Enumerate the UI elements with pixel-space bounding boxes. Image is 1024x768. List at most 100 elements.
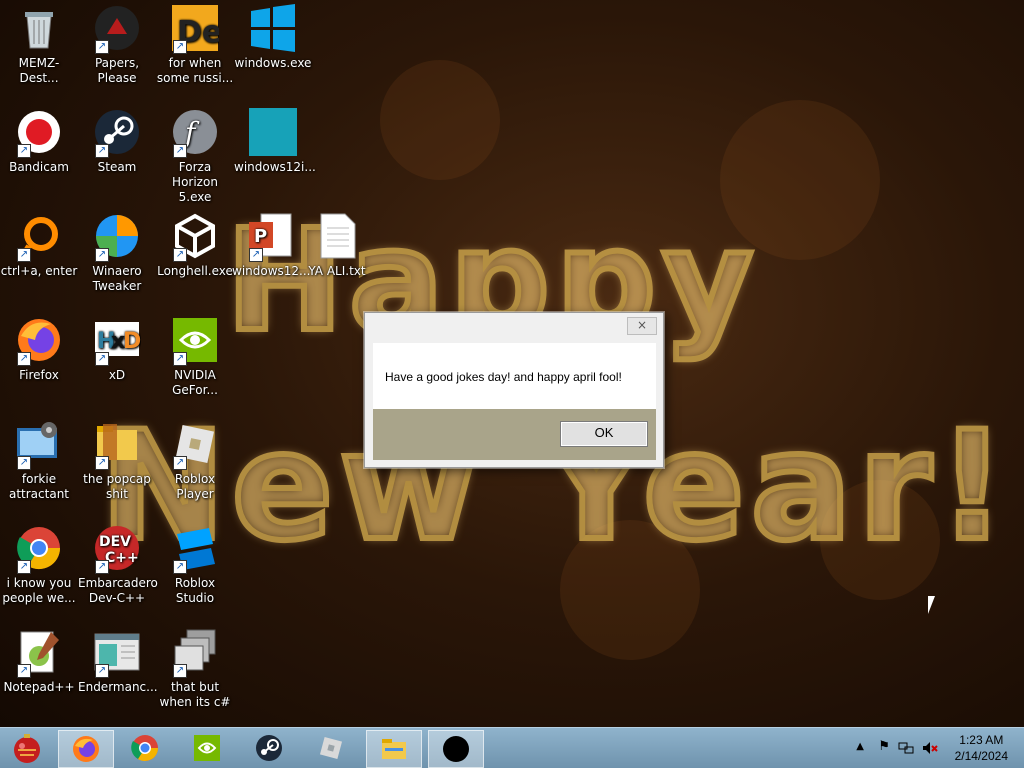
desktop-icon-label: Papers, Please: [94, 56, 140, 85]
desktop-icon-label: windows12i...: [234, 160, 316, 174]
desktop-icon[interactable]: Hx D ↗ xD: [78, 316, 156, 383]
desktop-icon-label: Embarcadero Dev-C++: [78, 576, 158, 605]
nvidia-icon: [194, 735, 220, 761]
taskbar-black-app[interactable]: [428, 730, 484, 768]
desktop-icon[interactable]: windows12i...: [234, 108, 316, 175]
desktop-icon[interactable]: ↗ Winaero Tweaker: [78, 212, 156, 294]
desktop-icon-label: Endermanc...: [78, 680, 158, 694]
desktop-icon[interactable]: ↗ that but when its c#: [156, 628, 234, 710]
desktop-icon-label: Roblox Studio: [174, 576, 216, 605]
steam-icon: ↗: [93, 108, 141, 158]
desktop-icon[interactable]: ↗ ctrl+a, enter: [0, 212, 78, 279]
notepadpp-icon: ↗: [15, 628, 63, 678]
shortcut-arrow-icon: ↗: [173, 456, 187, 470]
taskbar-file-explorer[interactable]: [366, 730, 422, 768]
ornament-start-icon: [14, 734, 40, 763]
dialog-content: Have a good jokes day! and happy april f…: [373, 343, 656, 409]
volume-muted-icon[interactable]: [922, 740, 938, 756]
desktop-icon[interactable]: ↗ Roblox Studio: [156, 524, 234, 606]
taskbar-roblox[interactable]: [304, 730, 358, 766]
desktop-icon-label: Notepad++: [3, 680, 75, 694]
desktop-icon[interactable]: ↗ Papers, Please: [78, 4, 156, 86]
desktop-icon[interactable]: ↗ Notepad++: [0, 628, 78, 695]
desktop-icon[interactable]: ↗ NVIDIA GeFor...: [156, 316, 234, 398]
desktop-icon-label: for when some russi...: [156, 56, 234, 85]
shortcut-arrow-icon: ↗: [17, 248, 31, 262]
desktop-icon-label: i know you people we...: [2, 576, 76, 605]
desktop-icon-label: Steam: [97, 160, 137, 174]
desktop-icon-label: Longhell.exe: [157, 264, 233, 278]
desktop-icon-label: ctrl+a, enter: [0, 264, 78, 278]
desktop-icon-label: xD: [108, 368, 126, 382]
firefox-icon: ↗: [15, 316, 63, 366]
clock-date: 2/14/2024: [954, 749, 1008, 763]
shortcut-arrow-icon: ↗: [173, 144, 187, 158]
desktop-icon[interactable]: ↗ forkie attractant: [0, 420, 78, 502]
clock[interactable]: 1:23 AM 2/14/2024: [955, 732, 1008, 764]
dialog-titlebar[interactable]: ×: [365, 313, 663, 341]
taskbar-firefox[interactable]: [58, 730, 114, 768]
shortcut-arrow-icon: ↗: [95, 144, 109, 158]
desktop-icon[interactable]: YA ALI.txt: [298, 212, 376, 279]
desktop-icon[interactable]: f ↗ Forza Horizon 5.exe: [156, 108, 234, 205]
close-button[interactable]: ×: [627, 317, 657, 335]
text-file-icon: [313, 212, 361, 260]
orange-ring-icon: ↗: [15, 212, 63, 262]
folder-icon: ↗: [93, 420, 141, 470]
clock-time: 1:23 AM: [959, 733, 1004, 747]
taskbar-steam[interactable]: [242, 730, 296, 766]
desktop-icon[interactable]: ↗ i know you people we...: [0, 524, 78, 606]
taskbar-chrome[interactable]: [118, 730, 172, 766]
svg-text:P: P: [254, 226, 267, 247]
svg-text:C++: C++: [105, 550, 139, 566]
desktop-icon[interactable]: windows.exe: [234, 4, 312, 71]
message-dialog: × Have a good jokes day! and happy april…: [364, 312, 664, 468]
bokeh-light: [380, 60, 500, 180]
taskbar-nvidia[interactable]: [180, 730, 234, 766]
desktop-icon-label: MEMZ-Dest...: [18, 56, 60, 85]
desktop-icon[interactable]: ↗ Bandicam: [0, 108, 78, 175]
network-icon[interactable]: [898, 740, 914, 756]
window-app-icon: ↗: [93, 628, 141, 678]
desktop-icon-label: the popcap shit: [83, 472, 151, 501]
papers-please-icon: ↗: [93, 4, 141, 54]
desktop-icon-label: Winaero Tweaker: [92, 264, 142, 293]
teal-image-icon: [249, 108, 297, 156]
black-circle-icon: [443, 736, 469, 762]
shortcut-arrow-icon: ↗: [17, 352, 31, 366]
desktop-icon[interactable]: ↗ Roblox Player: [156, 420, 234, 502]
de-app-icon: De ↗: [171, 4, 222, 54]
desktop-icon[interactable]: De ↗ for when some russi...: [156, 4, 234, 86]
desktop-icon-label: Firefox: [19, 368, 59, 382]
shortcut-arrow-icon: ↗: [95, 352, 109, 366]
flag-icon[interactable]: ⚑: [878, 739, 890, 754]
unity-icon: ↗: [171, 212, 219, 262]
taskbar: ▲ ⚑ 1:23 AM 2/14/2024: [0, 727, 1024, 768]
desktop-icon[interactable]: DEV C++ ↗ Embarcadero Dev-C++: [78, 524, 158, 606]
nvidia-icon: ↗: [171, 316, 219, 366]
desktop-icon-label: windows.exe: [234, 56, 312, 70]
steam-icon: [256, 735, 282, 761]
recycle-bin-icon: [15, 4, 63, 52]
chevron-up-icon[interactable]: ▲: [856, 741, 864, 752]
desktop-icon[interactable]: ↗ Firefox: [0, 316, 78, 383]
desktop-icon-label: Roblox Player: [174, 472, 216, 501]
dialog-message: Have a good jokes day! and happy april f…: [385, 370, 622, 384]
desktop-icon[interactable]: ↗ the popcap shit: [78, 420, 156, 502]
winaero-icon: ↗: [93, 212, 141, 262]
shortcut-arrow-icon: ↗: [173, 248, 187, 262]
desktop-icon[interactable]: ↗ Longhell.exe: [156, 212, 234, 279]
powerpoint-icon: P ↗: [247, 212, 295, 262]
svg-text:DEV: DEV: [99, 534, 131, 550]
desktop-icon-label: that but when its c#: [159, 680, 231, 709]
desktop-icon[interactable]: ↗ Steam: [78, 108, 156, 175]
ok-button[interactable]: OK: [560, 421, 648, 447]
start-button[interactable]: [0, 730, 54, 766]
firefox-icon: [73, 736, 99, 762]
desktop-icon[interactable]: MEMZ-Dest...: [0, 4, 78, 86]
desktop-icon[interactable]: ↗ Endermanc...: [78, 628, 158, 695]
chrome-icon: [131, 735, 159, 762]
shortcut-arrow-icon: ↗: [173, 352, 187, 366]
shortcut-arrow-icon: ↗: [95, 456, 109, 470]
mouse-cursor-icon: [928, 596, 935, 614]
